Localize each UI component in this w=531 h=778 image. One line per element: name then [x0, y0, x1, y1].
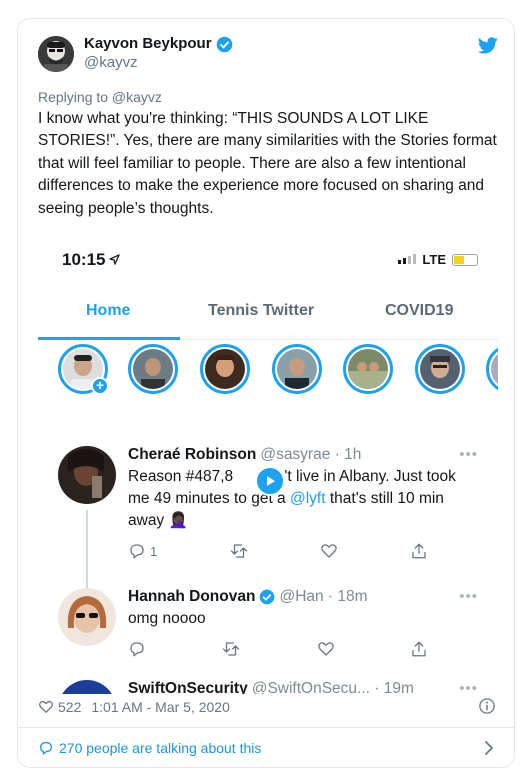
feed-tweet[interactable]: Cheraé Robinson @sasyrae · 1h ••• Reason…	[58, 446, 478, 594]
tweet-timestamp[interactable]: 1:01 AM - Mar 5, 2020	[91, 699, 230, 715]
add-fleet-icon[interactable]: +	[91, 377, 109, 395]
more-options-icon[interactable]: •••	[459, 588, 478, 605]
divider	[18, 727, 514, 728]
network-label: LTE	[422, 252, 446, 267]
info-icon[interactable]	[478, 697, 496, 718]
feed-author-handle[interactable]: @Han · 18m	[279, 588, 367, 606]
heart-icon	[39, 700, 53, 713]
feed-tweet[interactable]: SwiftOnSecurity @SwiftOnSecu... · 19m ••…	[58, 680, 478, 694]
feed-author-handle[interactable]: @sasyrae · 1h	[260, 446, 361, 464]
battery-icon	[452, 253, 478, 266]
chevron-right-icon[interactable]	[482, 740, 496, 759]
tweet-actions: 1	[128, 542, 428, 560]
timeline-tabs: Home Tennis Twitter COVID19	[38, 292, 498, 340]
fleet-avatar[interactable]	[486, 344, 498, 394]
reply-icon	[130, 544, 144, 559]
feed-tweet-text: Reason #487,8 an't live in Albany. Just t…	[128, 466, 478, 532]
retweet-icon	[230, 544, 247, 558]
phone-status-bar: 10:15 LTE	[38, 232, 498, 288]
mention-link[interactable]: @lyft	[290, 490, 326, 507]
share-button[interactable]	[410, 640, 428, 658]
avatar[interactable]	[38, 35, 74, 72]
retweet-button[interactable]	[221, 640, 241, 658]
feed-avatar[interactable]	[58, 446, 116, 504]
reply-count: 1	[150, 543, 158, 559]
fleet-avatar[interactable]	[272, 344, 322, 394]
conversation-count[interactable]: 270 people are talking about this	[59, 740, 261, 756]
fleet-avatar[interactable]	[415, 344, 465, 394]
feed-author-name[interactable]: SwiftOnSecurity	[128, 680, 248, 694]
feed-author-handle[interactable]: @SwiftOnSecu... · 19m	[252, 680, 414, 694]
fleet-avatar-own[interactable]: +	[58, 344, 109, 395]
retweet-icon	[223, 642, 240, 656]
tab-home[interactable]: Home	[86, 302, 130, 320]
battery-fill	[454, 255, 464, 264]
feed-tweet[interactable]: Hannah Donovan @Han · 18m ••• omg noooo	[58, 588, 478, 670]
more-options-icon[interactable]: •••	[459, 446, 478, 463]
feed-avatar[interactable]	[58, 680, 116, 694]
share-icon	[412, 641, 426, 657]
reply-button[interactable]: 1	[128, 542, 157, 560]
like-count[interactable]: 522	[38, 699, 81, 715]
verified-icon	[259, 589, 275, 605]
conversation-link[interactable]: 270 people are talking about this	[38, 740, 496, 756]
location-arrow-icon	[109, 250, 121, 270]
share-button[interactable]	[410, 542, 428, 560]
tweet-author[interactable]: Kayvon Beykpour @kayvz	[38, 35, 233, 73]
reply-button[interactable]	[128, 640, 146, 658]
feed-text-part: Reason #487,8	[128, 468, 234, 485]
replying-to-label[interactable]: Replying to @kayvz	[38, 89, 162, 105]
retweet-button[interactable]	[229, 542, 249, 560]
thread-line	[86, 510, 88, 594]
fleet-avatar[interactable]	[343, 344, 393, 394]
signal-icon	[398, 252, 417, 267]
tweet-card: Kayvon Beykpour @kayvz Replying to @kayv…	[17, 18, 515, 768]
tab-tennis-twitter[interactable]: Tennis Twitter	[208, 302, 314, 320]
verified-icon	[216, 36, 233, 53]
embedded-screenshot[interactable]: 10:15 LTE Home Tennis Twitter COVID19 + …	[38, 232, 498, 694]
heart-icon	[317, 642, 334, 656]
fleets-row: +	[38, 344, 498, 424]
tweet-body: I know what you're thinking: “THIS SOUND…	[38, 110, 497, 217]
fleet-avatar[interactable]	[128, 344, 178, 394]
tweet-meta: 522 1:01 AM - Mar 5, 2020	[38, 697, 496, 718]
author-handle[interactable]: @kayvz	[84, 54, 233, 73]
fleet-avatar[interactable]	[200, 344, 250, 394]
status-time: 10:15	[62, 250, 106, 269]
heart-icon	[321, 544, 338, 558]
comment-icon	[38, 740, 54, 756]
active-tab-indicator	[38, 337, 180, 340]
twitter-bird-icon[interactable]	[477, 37, 498, 59]
like-button[interactable]	[320, 542, 338, 560]
tab-covid19[interactable]: COVID19	[385, 302, 453, 320]
feed-author-name[interactable]: Cheraé Robinson	[128, 446, 256, 464]
feed-avatar[interactable]	[58, 588, 116, 646]
like-button[interactable]	[317, 640, 335, 658]
share-icon	[412, 543, 426, 559]
author-name[interactable]: Kayvon Beykpour	[84, 35, 212, 54]
reply-icon	[130, 642, 144, 657]
more-options-icon[interactable]: •••	[459, 680, 478, 694]
feed-tweet-text: omg noooo	[128, 610, 206, 627]
play-icon[interactable]	[255, 466, 285, 496]
like-count-value: 522	[58, 699, 82, 715]
tweet-actions	[128, 640, 428, 658]
feed-author-name[interactable]: Hannah Donovan	[128, 588, 255, 606]
